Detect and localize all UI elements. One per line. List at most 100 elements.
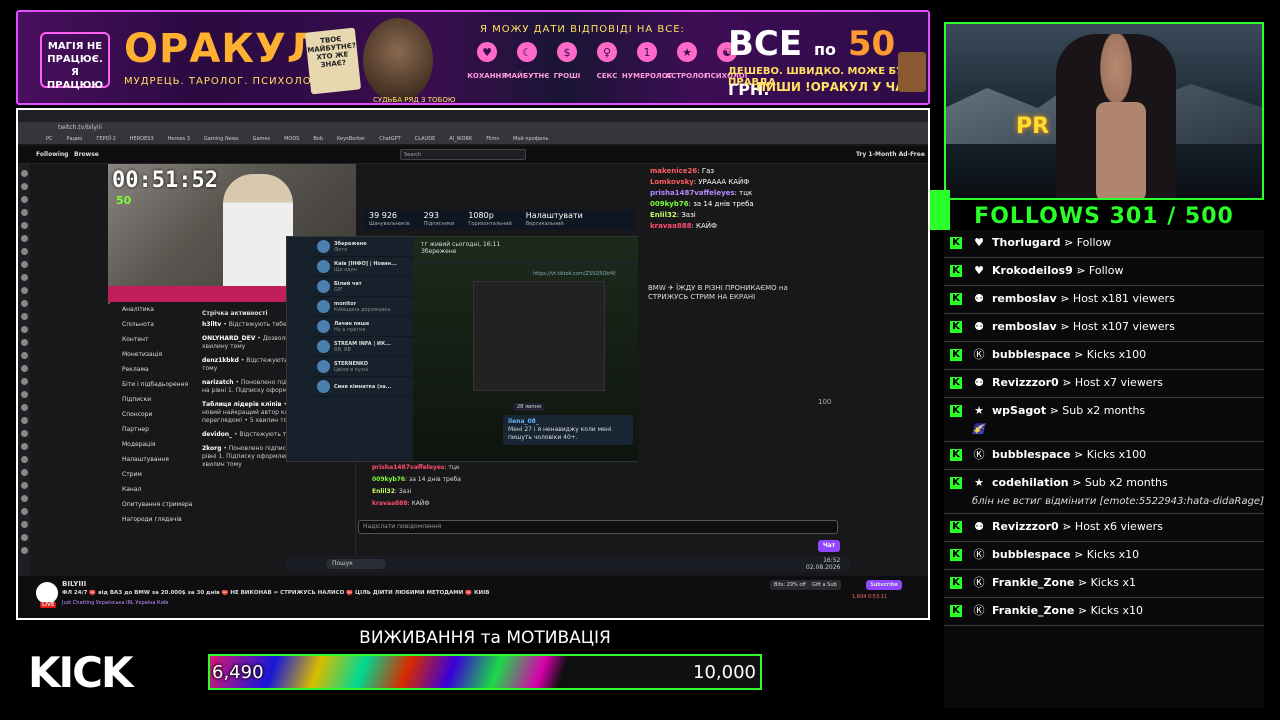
telegram-chat-item[interactable]: monitor Київщина дорожавка bbox=[313, 297, 413, 317]
twitch-search-input[interactable]: Search bbox=[400, 149, 526, 160]
creator-nav-item[interactable]: Стрим bbox=[110, 467, 196, 482]
channel-avatar[interactable] bbox=[20, 521, 28, 528]
activity-name[interactable]: devidon_ bbox=[202, 431, 232, 438]
bookmark-item[interactable]: Bob bbox=[313, 134, 323, 144]
tg-screenshot-image[interactable] bbox=[473, 281, 605, 391]
channel-avatar[interactable] bbox=[20, 326, 28, 333]
bookmark-item[interactable]: Films bbox=[486, 134, 499, 144]
telegram-chat-item[interactable]: Лачин пише Ну а прагне bbox=[313, 317, 413, 337]
channel-avatar[interactable] bbox=[20, 430, 28, 437]
chat-username[interactable]: kravaa888 bbox=[372, 500, 408, 507]
bookmark-item[interactable]: CLAUDE bbox=[415, 134, 435, 144]
stream-tags[interactable]: Just Chatting Українська IRL Україна Киї… bbox=[62, 600, 168, 606]
channel-avatar[interactable] bbox=[20, 300, 28, 307]
creator-nav-item[interactable]: Підписки bbox=[110, 392, 196, 407]
channel-avatar[interactable] bbox=[20, 365, 28, 372]
chat-username[interactable]: kravaa888 bbox=[650, 222, 691, 230]
channel-avatar[interactable] bbox=[20, 170, 28, 177]
bookmark-item[interactable]: Heroes 3 bbox=[168, 134, 190, 144]
telegram-chat-item[interactable]: STERNENKO Цвіли в кухні bbox=[313, 357, 413, 377]
creator-nav-item[interactable]: Партнер bbox=[110, 422, 196, 437]
creator-nav-item[interactable]: Опитування стримера bbox=[110, 497, 196, 512]
channel-avatar[interactable] bbox=[20, 378, 28, 385]
creator-nav-item[interactable]: Біти і підбадьорення bbox=[110, 377, 196, 392]
streamer-avatar[interactable] bbox=[36, 582, 58, 604]
telegram-chat-item[interactable]: Синя кімнатка (за... bbox=[313, 377, 413, 397]
activity-name[interactable]: ONLYHARD_DEV bbox=[202, 335, 255, 342]
channel-avatar[interactable] bbox=[20, 287, 28, 294]
tg-link[interactable]: https://vt.tiktok.com/ZSSQ5Qkf4/ bbox=[533, 271, 616, 277]
gift-sub-button[interactable]: Gift a Sub bbox=[808, 580, 841, 590]
channel-avatar[interactable] bbox=[20, 352, 28, 359]
telegram-chat-item[interactable]: STREAM INFA | ИК... RB, RB bbox=[313, 337, 413, 357]
bookmark-item[interactable]: Games bbox=[253, 134, 271, 144]
channel-avatar[interactable] bbox=[20, 235, 28, 242]
creator-nav-item[interactable]: Спонсори bbox=[110, 407, 196, 422]
creator-nav-item[interactable]: Реклама bbox=[110, 362, 196, 377]
creator-nav-item[interactable]: Модерація bbox=[110, 437, 196, 452]
ad-free-button[interactable]: Try 1-Month Ad-Free bbox=[856, 151, 925, 158]
telegram-folders[interactable] bbox=[287, 237, 313, 461]
creator-nav-item[interactable]: Нагороди глядачів bbox=[110, 512, 196, 527]
bookmark-item[interactable]: AI_WORK bbox=[449, 134, 472, 144]
bookmark-item[interactable]: PC bbox=[46, 134, 53, 144]
channel-avatar[interactable] bbox=[20, 547, 28, 554]
chat-username[interactable]: prisha1487vaffeleyes bbox=[372, 464, 444, 471]
chat-username[interactable]: Enlil32 bbox=[372, 488, 395, 495]
bookmark-item[interactable]: HEROES3 bbox=[130, 134, 154, 144]
channel-avatar[interactable] bbox=[20, 391, 28, 398]
chat-username[interactable]: 009kyb76 bbox=[372, 476, 405, 483]
channel-avatar[interactable] bbox=[20, 443, 28, 450]
nav-following[interactable]: Following bbox=[36, 151, 68, 158]
chat-send-button[interactable]: Чат bbox=[818, 540, 840, 552]
bookmark-item[interactable]: MODS bbox=[284, 134, 299, 144]
browser-tab-bar[interactable] bbox=[18, 110, 928, 122]
channel-avatar[interactable] bbox=[20, 456, 28, 463]
taskbar-search[interactable]: Пошук bbox=[326, 559, 386, 569]
channel-avatar[interactable] bbox=[20, 196, 28, 203]
bookmark-item[interactable]: ГЕРОЇ 2 bbox=[96, 134, 115, 144]
channel-avatar[interactable] bbox=[20, 339, 28, 346]
bookmark-item[interactable]: Радио bbox=[67, 134, 83, 144]
activity-name[interactable]: h3lltv bbox=[202, 321, 221, 328]
nav-browse[interactable]: Browse bbox=[74, 151, 99, 158]
creator-nav-item[interactable]: Аналітика bbox=[110, 302, 196, 317]
channel-avatar[interactable] bbox=[20, 222, 28, 229]
bookmark-item[interactable]: Gaming News bbox=[204, 134, 239, 144]
chat-username[interactable]: prisha1487vaffeleyes bbox=[650, 189, 735, 197]
channel-avatar[interactable] bbox=[20, 482, 28, 489]
browser-address-bar[interactable]: twitch.tv/bilyiii bbox=[18, 122, 928, 134]
chat-username[interactable]: Enlil32 bbox=[650, 211, 677, 219]
channel-avatar[interactable] bbox=[20, 183, 28, 190]
creator-nav-item[interactable]: Спільнота bbox=[110, 317, 196, 332]
channel-avatar[interactable] bbox=[20, 313, 28, 320]
channel-avatar[interactable] bbox=[20, 248, 28, 255]
channel-avatar[interactable] bbox=[20, 417, 28, 424]
chat-input[interactable]: Надіслати повідомлення bbox=[358, 520, 838, 534]
subscribe-button[interactable]: Subscribe bbox=[866, 580, 902, 590]
bookmark-item[interactable]: Мой профиль bbox=[513, 134, 548, 144]
activity-name[interactable]: Таблиця лідерів кліпів bbox=[202, 401, 281, 408]
telegram-chat-item[interactable]: Київ [ІНФО] | Новин... Що один bbox=[313, 257, 413, 277]
activity-name[interactable]: denz1kbkd bbox=[202, 357, 239, 364]
bookmark-item[interactable]: ChatGPT bbox=[379, 134, 401, 144]
streamer-name[interactable]: BILYIII bbox=[62, 580, 86, 588]
channel-avatar[interactable] bbox=[20, 508, 28, 515]
activity-name[interactable]: 2korg bbox=[202, 445, 221, 452]
channel-avatar[interactable] bbox=[20, 495, 28, 502]
bits-button[interactable]: Bits: 29% off bbox=[770, 580, 810, 590]
activity-name[interactable]: narizatch bbox=[202, 379, 234, 386]
creator-nav-item[interactable]: Канал bbox=[110, 482, 196, 497]
channel-avatar[interactable] bbox=[20, 469, 28, 476]
chat-username[interactable]: Lomkovsky bbox=[650, 178, 694, 186]
bookmark-item[interactable]: KeysBorker bbox=[337, 134, 365, 144]
channel-avatar[interactable] bbox=[20, 404, 28, 411]
channel-avatar[interactable] bbox=[20, 274, 28, 281]
chat-username[interactable]: makenice26 bbox=[650, 167, 697, 175]
creator-nav-item[interactable]: Монетизація bbox=[110, 347, 196, 362]
channel-avatar[interactable] bbox=[20, 261, 28, 268]
telegram-chat-item[interactable]: Білий чат GIF bbox=[313, 277, 413, 297]
channel-avatar[interactable] bbox=[20, 209, 28, 216]
channel-avatar[interactable] bbox=[20, 534, 28, 541]
telegram-chat-item[interactable]: Збережене Фото bbox=[313, 237, 413, 257]
